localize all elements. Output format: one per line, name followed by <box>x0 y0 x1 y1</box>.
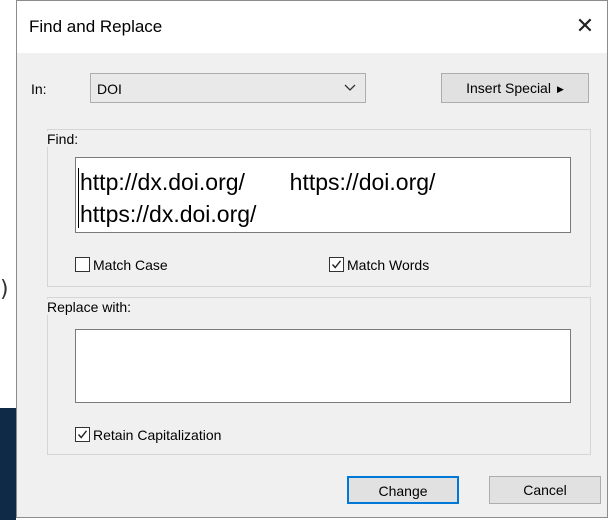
replace-group-label: Replace with: <box>47 299 136 315</box>
background-paren: ) <box>0 277 9 302</box>
find-replace-dialog: Find and Replace ✕ In: DOI Insert Specia… <box>16 0 608 518</box>
match-case-checkbox[interactable] <box>75 257 90 272</box>
replace-input[interactable] <box>75 329 571 403</box>
triangle-right-icon: ▶ <box>556 85 564 95</box>
in-select[interactable]: DOI <box>90 73 366 103</box>
text-caret <box>78 168 79 228</box>
checkmark-icon <box>77 430 88 439</box>
checkmark-icon <box>331 260 342 269</box>
dialog-title: Find and Replace <box>29 17 163 36</box>
chevron-down-icon <box>344 84 356 91</box>
retain-capitalization-checkbox[interactable] <box>75 427 90 442</box>
cancel-button[interactable]: Cancel <box>489 476 601 504</box>
match-words-label: Match Words <box>347 257 430 273</box>
title-bar: Find and Replace ✕ <box>17 1 607 53</box>
find-input[interactable]: http://dx.doi.org/ https://doi.org/ http… <box>75 157 571 233</box>
find-group-label: Find: <box>47 131 83 147</box>
insert-special-label: Insert Special <box>466 80 551 96</box>
match-words-checkbox[interactable] <box>329 257 344 272</box>
in-label: In: <box>31 81 47 97</box>
in-select-value: DOI <box>97 81 122 97</box>
close-icon[interactable]: ✕ <box>567 9 603 45</box>
background-dark-block <box>0 408 16 520</box>
change-button[interactable]: Change <box>347 476 459 504</box>
insert-special-button[interactable]: Insert Special ▶ <box>441 73 589 103</box>
retain-capitalization-label: Retain Capitalization <box>93 427 222 443</box>
find-input-text: http://dx.doi.org/ https://doi.org/ http… <box>80 169 442 227</box>
match-case-label: Match Case <box>93 257 168 273</box>
